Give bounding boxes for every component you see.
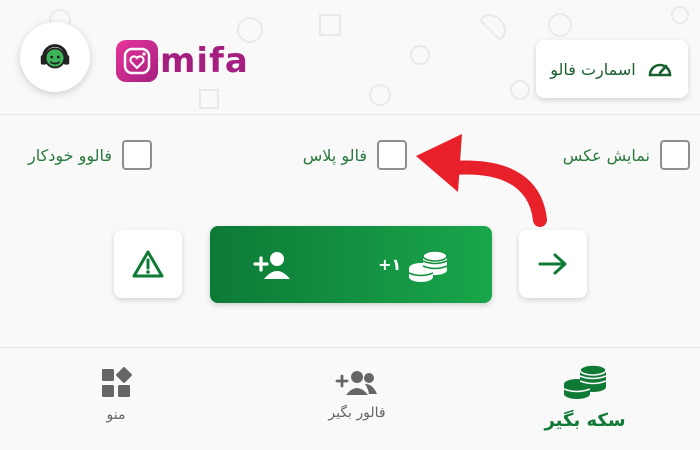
smart-follow-button[interactable]: اسمارت فالو (536, 40, 688, 98)
show-photo-checkbox[interactable] (660, 140, 690, 170)
support-button[interactable] (20, 22, 90, 92)
nav-get-followers-label: فالور بگیر (328, 405, 386, 421)
people-add-icon (335, 371, 377, 395)
arrow-right-icon (538, 253, 567, 275)
follow-earn-button[interactable]: +۱ (210, 226, 492, 303)
coin-reward: +۱ (378, 246, 449, 284)
logo-text: mifa (160, 41, 249, 81)
nav-menu-label: منو (106, 407, 126, 423)
smart-follow-label: اسمارت فالو (550, 59, 636, 79)
header-divider (0, 114, 700, 115)
option-auto-follow[interactable]: فالوو خودکار (28, 140, 152, 170)
app-logo: mifa (116, 38, 249, 84)
warning-icon (132, 250, 164, 278)
headset-icon (40, 44, 70, 69)
nav-menu[interactable]: منو (36, 355, 196, 435)
logo-badge-icon (116, 40, 158, 82)
options-row: نمایش عکس فالو پلاس فالوو خودکار (0, 140, 700, 174)
next-button[interactable] (519, 230, 587, 298)
auto-follow-label: فالوو خودکار (28, 145, 112, 165)
nav-get-coins[interactable]: سکه بگیر (505, 355, 665, 435)
coin-reward-value: +۱ (378, 255, 402, 274)
auto-follow-checkbox[interactable] (122, 140, 152, 170)
annotation-arrow (416, 134, 547, 227)
person-add-icon (253, 251, 290, 279)
option-show-photo[interactable]: نمایش عکس (563, 140, 690, 170)
coins-icon (563, 363, 607, 399)
report-button[interactable] (114, 230, 182, 298)
option-follow-plus[interactable]: فالو پلاس (303, 140, 407, 170)
speedometer-icon (648, 63, 672, 77)
follow-plus-label: فالو پلاس (302, 145, 367, 165)
bottom-nav-divider (0, 347, 700, 348)
nav-get-followers[interactable]: فالور بگیر (277, 355, 437, 435)
nav-get-coins-label: سکه بگیر (544, 409, 626, 431)
menu-shapes-icon (102, 367, 132, 397)
show-photo-label: نمایش عکس (562, 145, 650, 165)
coins-icon (408, 249, 449, 282)
